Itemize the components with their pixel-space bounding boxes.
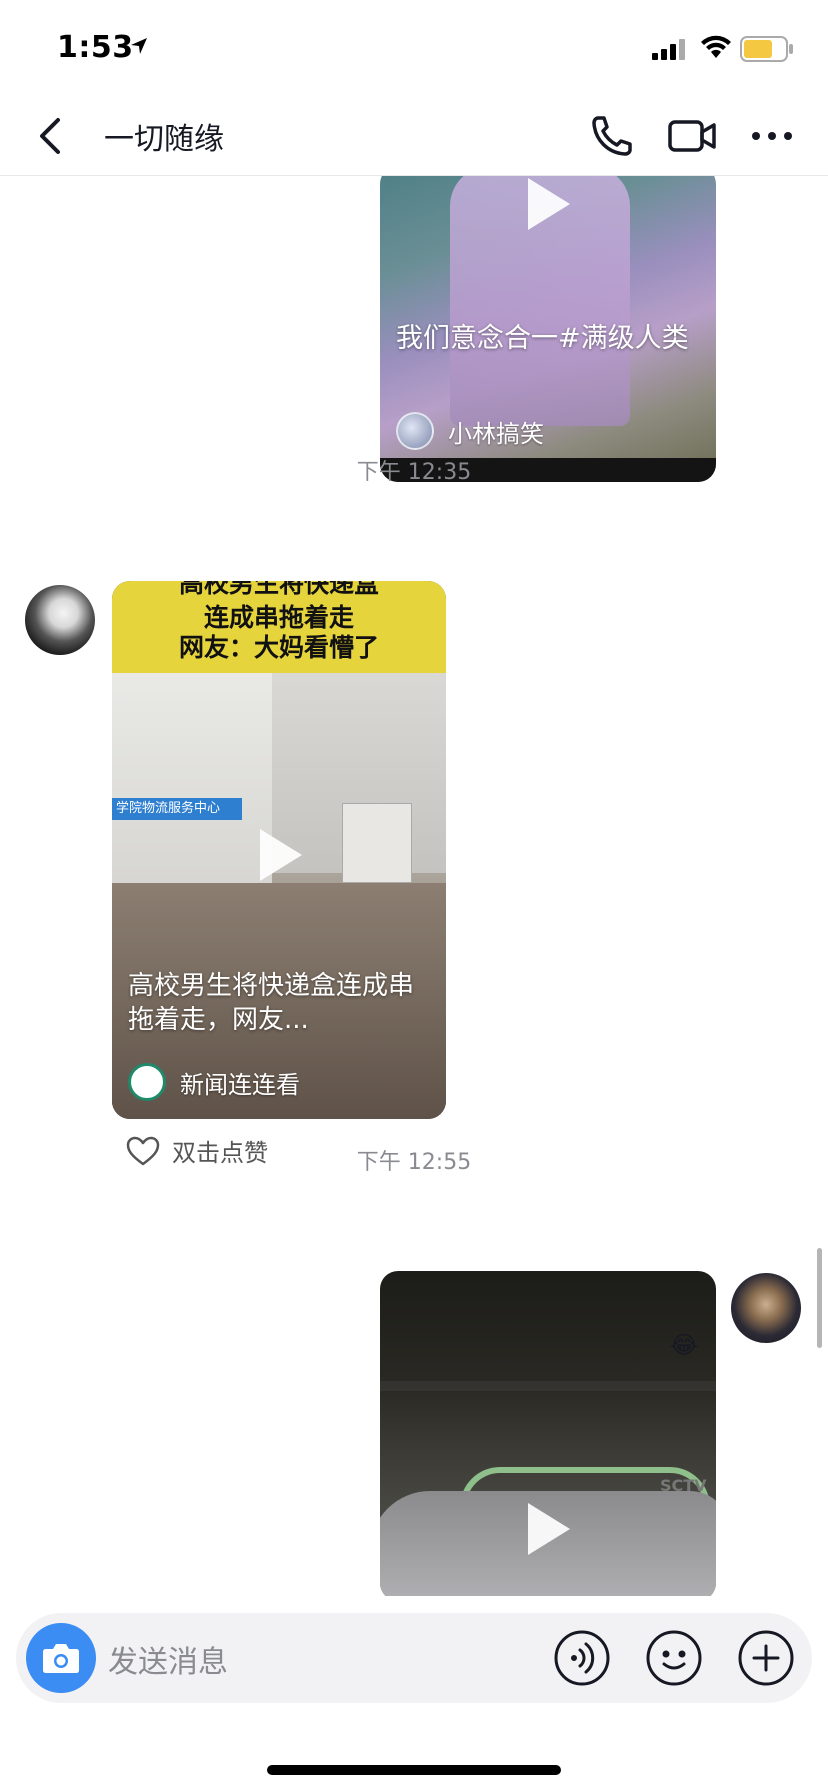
scrollbar[interactable] [817,1248,822,1348]
status-bar: 1:53 [0,0,828,96]
avatar[interactable] [25,585,95,655]
back-icon[interactable] [30,114,70,158]
video-message-card[interactable]: 高校男生将快递盒 连成串拖着走 网友：大妈看懵了 学院物流服务中心 高校男生将快… [112,581,446,1119]
status-time: 1:53 [57,30,134,65]
video-watermark: SCTV [660,1476,707,1495]
signal-icon [652,39,685,60]
banner-line: 网友：大妈看懵了 [178,633,379,662]
video-call-icon[interactable] [666,110,718,162]
banner-line: 连成串拖着走 [203,603,354,632]
banner-line: 高校男生将快递盒 [178,581,379,598]
video-caption: 我们意念合一#满级人类 [396,323,689,354]
play-icon[interactable] [260,829,302,881]
video-message-card[interactable]: 😂 SCTV [380,1271,716,1596]
emoji-icon[interactable] [644,1628,704,1688]
avatar[interactable] [731,1273,801,1343]
video-author[interactable]: 小林搞笑 [396,412,544,450]
building-sign: 学院物流服务中心 [112,798,242,820]
author-avatar [396,412,434,450]
message-list[interactable]: 我们意念合一#满级人类 小林搞笑 下午 12:35 高校男生将快递盒 连成串拖着… [0,176,828,1596]
timestamp: 下午 12:35 [356,460,472,485]
chat-header: 一切随缘 [0,96,828,176]
more-icon[interactable] [746,110,798,162]
author-avatar [128,1063,166,1101]
emoji-overlay: 😂 [670,1331,699,1359]
chat-title[interactable]: 一切随缘 [104,114,224,158]
author-name: 小林搞笑 [448,419,544,448]
door [342,803,412,883]
phone-icon[interactable] [586,110,638,162]
chat-screen: 1:53 一切随缘 我们意念合一#满级人类 小林搞笑 下午 12:35 高校男生… [0,0,828,1792]
battery-icon [740,36,793,62]
message-input[interactable]: 发送消息 [108,1637,228,1681]
plus-icon[interactable] [736,1628,796,1688]
video-caption: 高校男生将快递盒连成串拖着走，网友... [128,971,415,1035]
timestamp: 下午 12:55 [356,1150,472,1175]
voice-icon[interactable] [552,1628,612,1688]
play-icon[interactable] [528,1503,570,1555]
author-name: 新闻连连看 [180,1070,300,1099]
play-icon[interactable] [528,178,570,230]
building: 学院物流服务中心 [112,673,272,893]
wifi-icon [701,35,731,58]
video-banner: 高校男生将快递盒 连成串拖着走 网友：大妈看懵了 [112,581,446,673]
home-indicator[interactable] [267,1765,561,1775]
camera-button[interactable] [26,1623,96,1693]
video-author[interactable]: 新闻连连看 [128,1063,300,1101]
camera-icon [43,1644,79,1673]
video-message-card[interactable]: 我们意念合一#满级人类 小林搞笑 [380,176,716,482]
video-thumbnail [380,1381,716,1391]
location-arrow-icon [131,38,147,54]
video-thumbnail: 学院物流服务中心 [112,673,446,1119]
message-input-bar: 发送消息 [16,1613,812,1703]
